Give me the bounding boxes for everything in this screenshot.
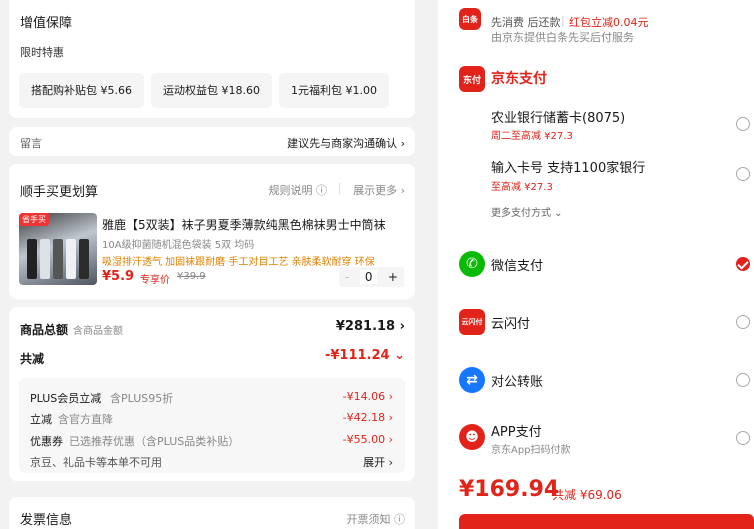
app-pay-icon: ☻	[459, 424, 485, 450]
quantity-plus-button[interactable]: +	[388, 270, 398, 284]
discount-row-value: -¥55.00 ›	[342, 433, 393, 446]
show-more-link[interactable]: 展示更多 ›	[353, 182, 405, 198]
discount-breakdown: PLUS会员立减 含PLUS95折 -¥14.06 › 立减 含官方直降 -¥4…	[19, 378, 405, 473]
new-card-name[interactable]: 输入卡号 支持1100家银行	[491, 157, 645, 176]
sock-shape	[79, 239, 89, 279]
value-added-chips: 搭配购补贴包 ¥5.66 运动权益包 ¥18.60 1元福利包 ¥1.00	[19, 73, 389, 108]
divider	[339, 183, 340, 194]
giftcard-text: 京豆、礼品卡等本单不可用	[30, 456, 162, 469]
jdpay-icon: 东付	[459, 66, 485, 92]
product-thumbnail[interactable]: 省手买	[19, 213, 97, 285]
wechat-pay-radio[interactable]	[736, 257, 750, 271]
baitiao-line2: 由京东提供白条先买后付服务	[491, 31, 634, 44]
giftcard-expand[interactable]: 展开 ›	[363, 454, 393, 470]
unionpay-icon: 云闪付	[459, 309, 485, 335]
remark-row[interactable]: 留言 建议先与商家沟通确认 ›	[9, 127, 415, 156]
bank-card-radio[interactable]	[736, 117, 750, 131]
sock-shape	[40, 239, 50, 279]
product-features: 吸湿排汗透气 加固袜跟耐磨 手工对目工艺 亲肤柔软耐穿 环保	[102, 257, 375, 268]
value-added-card: 增值保障 限时特惠 搭配购补贴包 ¥5.66 运动权益包 ¥18.60 1元福利…	[9, 0, 415, 118]
corporate-transfer-radio[interactable]	[736, 373, 750, 387]
baitiao-line1: 先消费 后还款	[491, 16, 561, 29]
totals-card: 商品总额 含商品金额 ¥281.18 › 共减 -¥111.24 ⌄ PLUS会…	[9, 307, 415, 481]
pay-button[interactable]	[459, 514, 754, 529]
discount-row-desc: 含官方直降	[58, 413, 113, 426]
value-added-subtitle: 限时特惠	[20, 46, 64, 59]
addon-buy-card: 顺手买更划算 规则说明 ⓘ 展示更多 › 省手买 雅鹿【5双装】袜子男夏季薄款纯…	[9, 164, 415, 299]
product-price: ¥5.9	[102, 269, 135, 284]
rule-link[interactable]: 规则说明 ⓘ	[269, 182, 328, 198]
addon-chip-bundle[interactable]: 搭配购补贴包 ¥5.66	[19, 73, 144, 108]
invoice-title: 发票信息	[20, 513, 73, 528]
jdpay-title: 京东支付	[491, 71, 547, 87]
quantity-minus-button[interactable]: -	[345, 270, 349, 284]
discount-row-key: 立减	[30, 413, 52, 426]
value-added-title: 增值保障	[20, 16, 73, 31]
addon-buy-title: 顺手买更划算	[20, 185, 99, 200]
giftcard-row[interactable]: 京豆、礼品卡等本单不可用 展开 ›	[30, 454, 393, 470]
product-name[interactable]: 雅鹿【5双装】袜子男夏季薄款纯黑色棉袜男士中筒袜	[102, 216, 402, 233]
remark-hint[interactable]: 建议先与商家沟通确认 ›	[287, 135, 405, 151]
invoice-hint[interactable]: 开票须知 ⓘ	[347, 511, 406, 527]
goods-total-sub: 含商品金额	[73, 326, 123, 337]
bank-card-promo: 周二至高减 ¥27.3	[491, 131, 573, 142]
goods-total-label: 商品总额	[20, 323, 69, 337]
new-card-radio[interactable]	[736, 167, 750, 181]
product-plus-label: 专享价	[140, 275, 170, 286]
unionpay-radio[interactable]	[736, 315, 750, 329]
more-payment-link[interactable]: 更多支付方式 ⌄	[491, 204, 563, 219]
discount-row-key: PLUS会员立减	[30, 392, 102, 405]
quantity-stepper: - 0 +	[339, 267, 404, 287]
product-spec: 10A级抑菌随机混色袋装 5双 均码	[102, 240, 255, 251]
app-pay-sub: 京东App扫码付款	[491, 445, 571, 456]
discount-row-key: 优惠券	[30, 435, 63, 448]
separator-bar: |	[561, 14, 565, 27]
invoice-card[interactable]: 发票信息 开票须知 ⓘ	[9, 497, 415, 529]
addon-chip-sport[interactable]: 运动权益包 ¥18.60	[151, 73, 272, 108]
discount-row-desc: 已选推荐优惠（含PLUS品类补贴）	[69, 435, 240, 448]
quantity-value[interactable]: 0	[359, 270, 378, 284]
discount-row-desc: 含PLUS95折	[110, 392, 174, 405]
baitiao-icon: 白条	[459, 8, 481, 30]
discount-row-value: -¥42.18 ›	[342, 411, 393, 424]
wechat-icon: ✆	[459, 251, 485, 277]
discount-value[interactable]: -¥111.24 ⌄	[325, 348, 405, 363]
order-detail-panel: 增值保障 限时特惠 搭配购补贴包 ¥5.66 运动权益包 ¥18.60 1元福利…	[0, 0, 425, 529]
goods-total-value[interactable]: ¥281.18 ›	[336, 319, 405, 334]
app-pay-label[interactable]: APP支付	[491, 421, 542, 440]
baitiao-promo: 红包立减0.04元	[569, 16, 649, 29]
discount-row-value: -¥14.06 ›	[342, 390, 393, 403]
corporate-transfer-label[interactable]: 对公转账	[491, 371, 543, 390]
discount-label: 共减	[20, 352, 45, 366]
app-pay-radio[interactable]	[736, 431, 750, 445]
discount-row-plus[interactable]: PLUS会员立减 含PLUS95折 -¥14.06 ›	[30, 390, 393, 406]
bank-card-name[interactable]: 农业银行储蓄卡(8075)	[491, 107, 625, 126]
discount-row-direct[interactable]: 立减 含官方直降 -¥42.18 ›	[30, 411, 393, 427]
product-tag: 省手买	[19, 213, 49, 226]
discount-row-coupon[interactable]: 优惠券 已选推荐优惠（含PLUS品类补贴） -¥55.00 ›	[30, 433, 393, 449]
sock-shape	[66, 239, 76, 279]
remark-label: 留言	[20, 137, 42, 150]
addon-chip-welfare[interactable]: 1元福利包 ¥1.00	[279, 73, 389, 108]
product-original-price: ¥39.9	[177, 271, 206, 282]
payable-total: ¥169.94	[459, 477, 560, 502]
wechat-pay-label[interactable]: 微信支付	[491, 255, 543, 274]
sock-shape	[27, 239, 37, 279]
payment-panel: 白条 先消费 后还款 | 红包立减0.04元 由京东提供白条先买后付服务 东付 …	[438, 0, 754, 529]
saved-amount: 共减 ¥69.06	[552, 488, 622, 502]
sock-shape	[53, 239, 63, 279]
new-card-promo: 至高减 ¥27.3	[491, 182, 553, 193]
unionpay-label[interactable]: 云闪付	[491, 313, 530, 332]
transfer-icon: ⇄	[459, 367, 485, 393]
